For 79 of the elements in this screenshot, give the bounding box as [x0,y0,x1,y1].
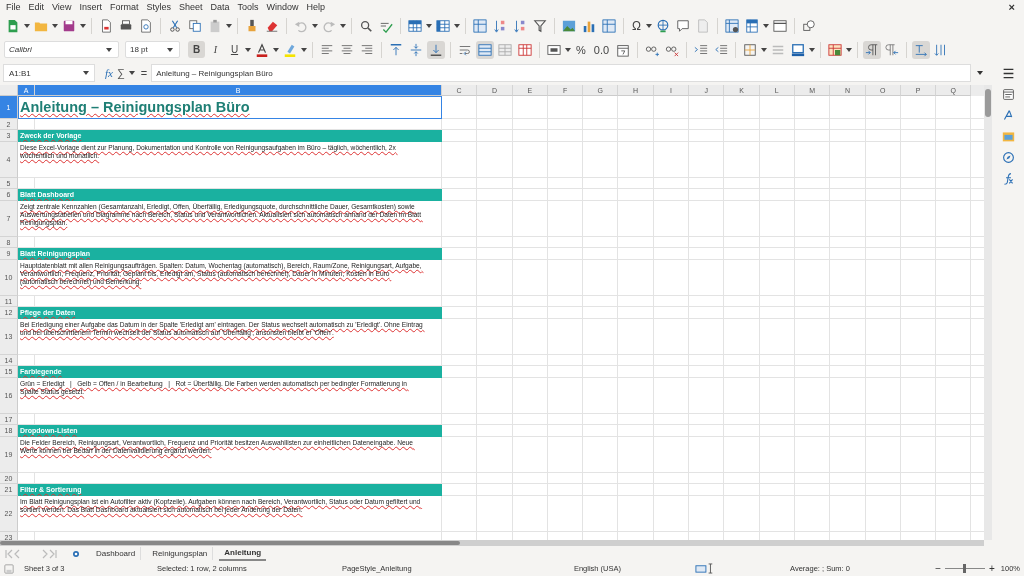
function-wizard-button[interactable]: fx [105,67,113,79]
number-format-button[interactable]: % [573,43,589,56]
menu-item[interactable]: Help [303,2,331,12]
dropdown-caret-icon[interactable] [646,24,652,28]
special-character-button[interactable]: Ω [629,19,644,33]
dropdown-caret-icon[interactable] [426,24,432,28]
dropdown-caret-icon[interactable] [80,24,86,28]
document-status-icon [4,563,14,574]
menu-item[interactable]: Insert [76,2,107,12]
menu-item[interactable]: Data [207,2,235,12]
menu-item[interactable]: View [49,2,77,12]
filter-icon[interactable] [531,17,549,35]
zoom-out-button[interactable]: − [935,563,941,574]
properties-icon[interactable] [1001,88,1015,101]
caret-icon [167,47,173,52]
dropdown-caret-icon[interactable] [24,24,30,28]
merge-cells-icon[interactable] [476,40,494,59]
caret-icon [83,71,89,75]
menu-icon[interactable] [1001,67,1015,80]
bold-button[interactable]: B [188,41,205,58]
menu-item[interactable]: Tools [234,2,264,12]
expand-caret-icon[interactable] [977,71,983,75]
print-area-icon[interactable] [723,17,741,35]
dropdown-caret-icon[interactable] [52,24,58,28]
menu-item[interactable]: Format [106,2,144,12]
dropdown-caret-icon[interactable] [245,47,251,52]
sheet-tab[interactable]: Anleitung [219,546,267,561]
scrollbar-thumb[interactable] [985,89,991,117]
copy-icon[interactable] [186,17,204,35]
navigator-icon[interactable] [1001,151,1015,164]
number-format-button[interactable]: 0.0 [590,43,613,56]
freeze-rows-icon[interactable] [743,17,761,35]
name-box[interactable]: A1:B1 [3,64,95,82]
dropdown-caret-icon[interactable] [312,24,318,28]
functions-icon[interactable] [1001,172,1015,185]
close-button[interactable]: × [1002,1,1021,13]
menu-item[interactable]: Edit [25,2,50,12]
caret-icon [106,47,112,52]
left-to-right-icon[interactable] [863,40,882,59]
dropdown-caret-icon[interactable] [273,47,279,52]
dropdown-caret-icon[interactable] [846,47,853,52]
underline-button[interactable]: U [226,41,243,58]
menu-item[interactable]: Sheet [175,2,208,12]
formula-input[interactable]: Anleitung – Reinigungsplan Büro [151,64,971,82]
scrollbar-thumb[interactable] [0,541,460,545]
dropdown-caret-icon[interactable] [565,47,571,52]
sheet-tab[interactable]: Dashboard [91,547,142,560]
dropdown-caret-icon[interactable] [454,24,460,28]
dropdown-caret-icon[interactable] [761,47,768,52]
row-grid-icon[interactable] [406,17,424,35]
window-split-icon[interactable] [771,17,789,35]
dropdown-caret-icon[interactable] [763,24,769,28]
pivot-table-icon[interactable] [600,17,618,35]
sheet-tab[interactable]: Reinigungsplan [147,547,214,560]
sheet-title: Anleitung – Reinigungsplan Büro [18,96,442,119]
styles-icon[interactable] [1001,109,1015,122]
italic-button[interactable]: I [207,41,224,58]
comment-icon[interactable] [674,17,692,35]
column-grid-icon[interactable] [434,17,452,35]
menu-item[interactable]: File [3,2,26,12]
menu-item[interactable]: Window [263,2,304,12]
font-size-field[interactable]: 18 pt [125,41,180,58]
dropdown-caret-icon[interactable] [809,47,816,52]
font-name-field[interactable]: Calibri [4,41,119,58]
table-icon[interactable] [471,17,489,35]
dropdown-caret-icon[interactable] [226,24,232,28]
insert-mode-icon[interactable] [695,563,715,574]
add-sheet-icon[interactable] [71,548,81,559]
sum-button[interactable]: ∑ [116,67,125,79]
dropdown-caret-icon[interactable] [128,71,135,75]
zoom-slider-thumb[interactable] [963,564,967,573]
dropdown-caret-icon[interactable] [301,47,307,52]
formula-button[interactable]: = [140,67,148,79]
menu-item[interactable]: Styles [143,2,176,12]
zoom-in-button[interactable]: + [988,563,995,574]
gallery-icon[interactable] [1001,130,1015,143]
dropdown-caret-icon[interactable] [340,24,346,28]
align-bottom-icon[interactable] [427,40,445,59]
text-direction-icon[interactable] [912,40,931,59]
